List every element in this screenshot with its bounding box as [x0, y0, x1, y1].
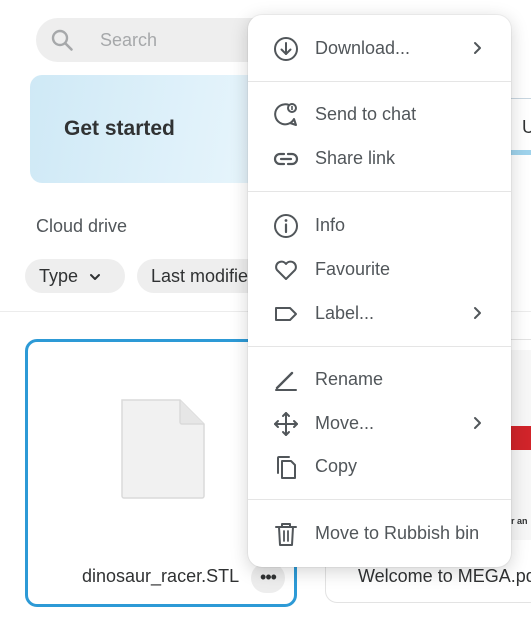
menu-divider [248, 81, 511, 82]
menu-divider [248, 346, 511, 347]
page-title: Cloud drive [36, 216, 128, 236]
banner-title: Get started [64, 117, 175, 140]
chevron-right-icon [474, 42, 481, 54]
last-modified-filter-label: Last modified [151, 266, 259, 286]
menu-item-label: Move... [315, 413, 375, 433]
menu-item-label: Download... [315, 38, 411, 58]
info-icon [274, 214, 298, 238]
label-icon [275, 307, 297, 321]
menu-item-label: Send to chat [315, 104, 417, 124]
menu-item-info[interactable]: Info [248, 204, 511, 244]
menu-item-rename[interactable]: Rename [248, 358, 511, 398]
menu-item-label: Label... [315, 303, 375, 323]
menu-item-move[interactable]: Move... [248, 402, 511, 442]
download-icon [274, 37, 298, 61]
menu-divider [248, 499, 511, 500]
get-started-banner[interactable]: Get started [30, 75, 280, 183]
menu-item-label: Favourite [315, 259, 391, 279]
banner-tab-label: U [522, 117, 531, 137]
link-icon [273, 152, 299, 166]
menu-item-favourite[interactable]: Favourite [248, 248, 511, 288]
type-filter-label: Type [39, 266, 79, 286]
chevron-right-icon [474, 307, 481, 319]
move-icon [274, 412, 298, 436]
search-icon [51, 29, 73, 51]
menu-item-label: Rename [315, 369, 384, 389]
chevron-right-icon [474, 417, 481, 429]
menu-item-copy[interactable]: Copy [248, 445, 511, 485]
menu-item-label: Share link [315, 148, 396, 168]
trash-icon [275, 523, 297, 546]
thumbnail-banner [511, 426, 531, 450]
menu-item-share-link[interactable]: Share link [248, 137, 511, 177]
menu-item-download[interactable]: Download... [248, 27, 511, 67]
more-options-button[interactable]: ••• [251, 563, 285, 593]
menu-item-label: Info [315, 215, 346, 235]
context-menu: Download... Send to chat Share link Info [248, 15, 511, 567]
search-input[interactable]: Search [100, 30, 157, 51]
menu-item-move-to-rubbish-bin[interactable]: Move to Rubbish bin [248, 512, 511, 552]
file-icon [121, 399, 205, 499]
menu-item-send-to-chat[interactable]: Send to chat [248, 93, 511, 133]
pencil-icon [275, 371, 297, 391]
type-filter-chip[interactable]: Type [25, 259, 125, 293]
send-to-chat-icon [274, 103, 297, 126]
copy-icon [277, 456, 296, 479]
menu-divider [248, 191, 511, 192]
menu-item-label: Move to Rubbish bin [315, 523, 480, 543]
file-name: dinosaur_racer.STL [82, 566, 240, 586]
chevron-down-icon [90, 274, 101, 281]
menu-item-label: Copy [315, 456, 358, 476]
heart-icon [275, 260, 297, 280]
menu-item-label[interactable]: Label... [248, 292, 511, 332]
file-name: Welcome to MEGA.pdf [358, 566, 531, 586]
